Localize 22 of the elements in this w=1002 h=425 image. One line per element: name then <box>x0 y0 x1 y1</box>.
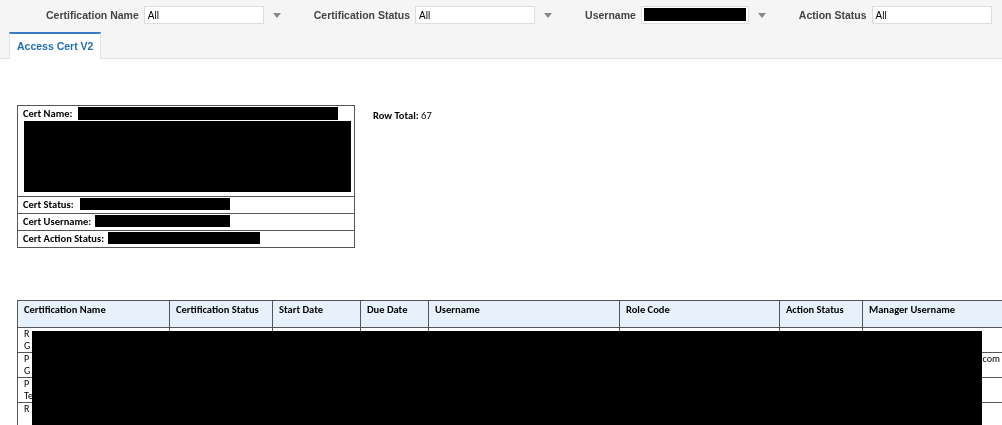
table-cell-text: com <box>982 352 1001 365</box>
filter-field[interactable]: All <box>871 6 992 24</box>
column-header: Certification Name <box>17 300 170 328</box>
tab[interactable]: Access Cert V2 <box>9 32 102 59</box>
column-header: Certification Status <box>169 300 273 328</box>
filter-label: Username <box>585 9 636 21</box>
column-header: Action Status <box>779 300 863 328</box>
summary-label: Cert Username: <box>23 215 92 228</box>
filter-label: Certification Name <box>46 9 139 21</box>
column-header: Start Date <box>272 300 361 328</box>
filter-label: Action Status <box>798 9 867 21</box>
row-total: Row Total: 67 <box>373 109 432 124</box>
column-header: Manager Username <box>862 300 1002 328</box>
summary-label: Cert Status: <box>23 198 74 211</box>
summary-label: Cert Name: <box>23 107 73 120</box>
column-header: Due Date <box>360 300 429 328</box>
filter-label: Certification Status <box>313 9 411 21</box>
column-header: Username <box>428 300 620 328</box>
filter-field[interactable]: All <box>415 6 536 24</box>
column-header: Role Code <box>619 300 780 328</box>
summary-label: Cert Action Status: <box>23 232 105 245</box>
filter-field[interactable]: All <box>143 6 264 24</box>
